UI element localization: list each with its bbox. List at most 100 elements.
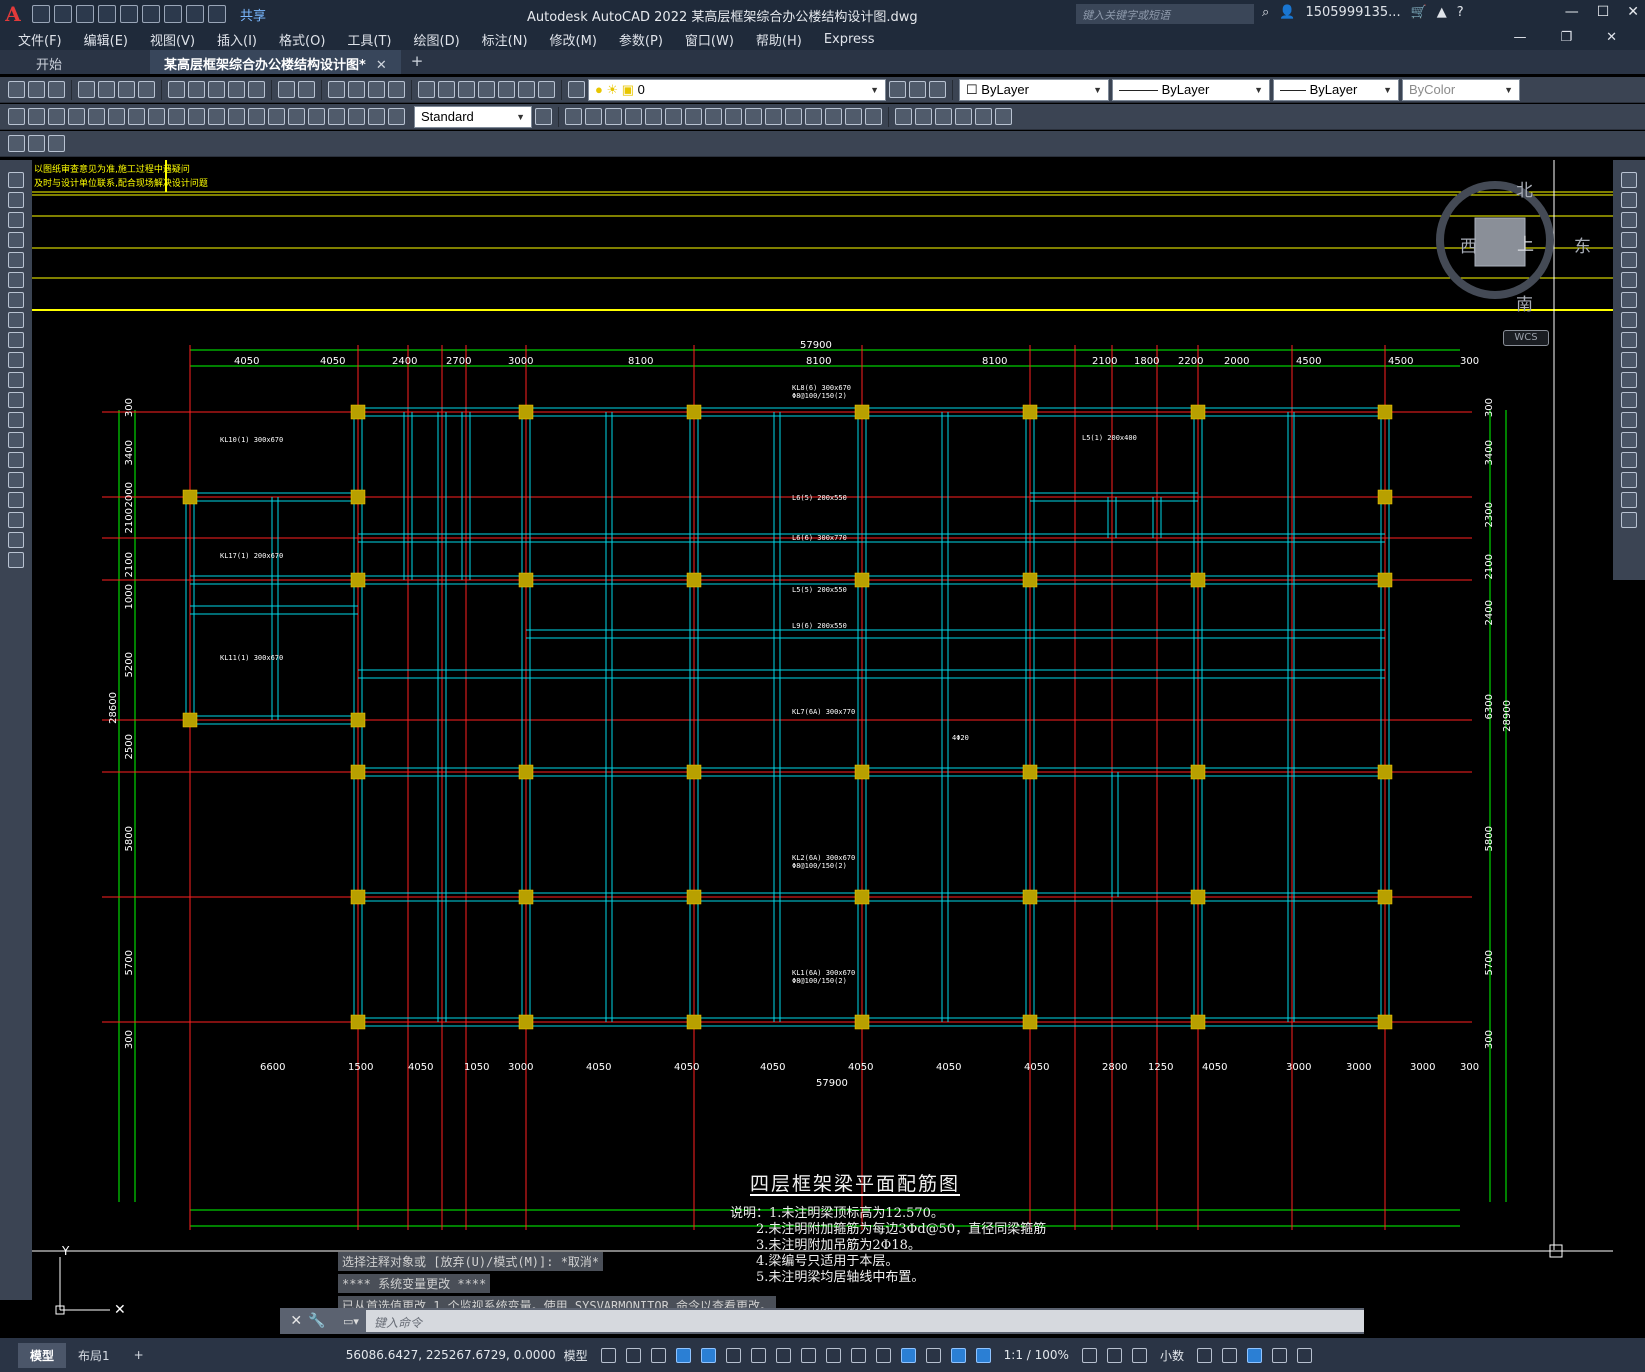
user-icon[interactable]: 👤 (1279, 5, 1295, 20)
match-properties-icon[interactable] (228, 81, 245, 98)
doc-minimize-icon[interactable]: — (1513, 30, 1526, 45)
workspace-gear-icon[interactable] (1081, 1347, 1097, 1363)
offset-icon[interactable] (1621, 232, 1637, 248)
properties-icon[interactable] (418, 81, 435, 98)
markup-icon[interactable] (498, 81, 515, 98)
3d-osnap-icon[interactable] (900, 1347, 916, 1363)
save-as-icon[interactable] (98, 5, 116, 23)
menu-file[interactable]: 文件(F) (18, 30, 62, 49)
layer-walk-icon[interactable] (48, 135, 65, 152)
cart-icon[interactable]: 🛒 (1411, 5, 1427, 20)
grid-icon[interactable] (600, 1347, 616, 1363)
open-icon[interactable] (28, 81, 45, 98)
dim-break-icon[interactable] (248, 108, 265, 125)
diameter-icon[interactable] (128, 108, 145, 125)
block-editor-icon[interactable] (248, 81, 265, 98)
radius-icon[interactable] (88, 108, 105, 125)
hatch-icon[interactable] (8, 452, 24, 468)
fillet-icon[interactable] (1621, 472, 1637, 488)
menu-express[interactable]: Express (824, 32, 875, 47)
array-icon[interactable] (1621, 252, 1637, 268)
search-icon[interactable]: ⌕ (1262, 5, 1269, 20)
units-setting[interactable]: 小数 (1160, 1347, 1184, 1364)
transparency-icon[interactable] (850, 1347, 866, 1363)
annotation-monitor-icon[interactable] (1106, 1347, 1122, 1363)
polygon-icon[interactable] (8, 232, 24, 248)
send-back-icon[interactable] (935, 108, 952, 125)
dimstyle-icon[interactable] (535, 108, 552, 125)
quick-properties-icon[interactable] (1131, 1347, 1147, 1363)
rotate-icon[interactable] (685, 108, 702, 125)
join-icon[interactable] (1621, 432, 1637, 448)
polyline-icon[interactable] (8, 212, 24, 228)
offset-icon[interactable] (625, 108, 642, 125)
table-icon[interactable] (8, 512, 24, 528)
break-icon[interactable] (1621, 412, 1637, 428)
scale-icon[interactable] (1621, 312, 1637, 328)
polar-tracking-icon[interactable] (725, 1347, 741, 1363)
layer-dropdown[interactable]: ● ☀ ▣ 0 ▼ (588, 78, 886, 101)
viewcube-north[interactable]: 北 (1516, 176, 1533, 201)
autocad-logo-icon[interactable]: A (0, 2, 26, 26)
undo-icon[interactable] (186, 5, 204, 23)
quick-dim-icon[interactable] (168, 108, 185, 125)
hatch-back-icon[interactable] (995, 108, 1012, 125)
zoom-realtime-icon[interactable] (348, 81, 365, 98)
ellipse-icon[interactable] (8, 352, 24, 368)
qnew-icon[interactable] (8, 81, 25, 98)
arc-icon[interactable] (8, 272, 24, 288)
menu-dimension[interactable]: 标注(N) (482, 30, 528, 49)
menu-tools[interactable]: 工具(T) (347, 30, 391, 49)
erase-icon[interactable] (1621, 172, 1637, 188)
undo-icon[interactable] (278, 81, 295, 98)
menu-draw[interactable]: 绘图(D) (414, 30, 460, 49)
wcs-menu[interactable]: WCS (1503, 330, 1549, 346)
viewcube-east[interactable]: 东 (1574, 232, 1591, 257)
layer-properties-icon[interactable] (568, 81, 585, 98)
trim-icon[interactable] (745, 108, 762, 125)
point-icon[interactable] (8, 432, 24, 448)
help-icon[interactable]: ? (1457, 5, 1464, 20)
lineweight-icon[interactable] (825, 1347, 841, 1363)
layer-state-icon[interactable] (929, 81, 946, 98)
menu-window[interactable]: 窗口(W) (685, 30, 734, 49)
plot-icon[interactable] (164, 5, 182, 23)
help-icon[interactable] (538, 81, 555, 98)
break-point-icon[interactable] (1621, 392, 1637, 408)
extend-icon[interactable] (1621, 372, 1637, 388)
linetype-dropdown[interactable]: ——— ByLayer ▼ (1112, 78, 1270, 101)
menu-help[interactable]: 帮助(H) (756, 30, 802, 49)
customize-icon[interactable]: 🔧 (308, 1313, 325, 1329)
layout-icon[interactable] (8, 135, 25, 152)
tolerance-icon[interactable] (268, 108, 285, 125)
revcloud-icon[interactable] (8, 312, 24, 328)
minimize-icon[interactable]: — (1565, 4, 1579, 20)
viewcube-west[interactable]: 西 (1460, 232, 1477, 257)
redo-icon[interactable] (298, 81, 315, 98)
dimstyle-dropdown[interactable]: Standard ▼ (414, 105, 532, 128)
menu-modify[interactable]: 修改(M) (550, 30, 597, 49)
erase-icon[interactable] (565, 108, 582, 125)
rectangle-icon[interactable] (8, 252, 24, 268)
user-name[interactable]: 1505999135... (1305, 5, 1400, 20)
mirror-icon[interactable] (605, 108, 622, 125)
blend-icon[interactable] (1621, 492, 1637, 508)
design-center-icon[interactable] (438, 81, 455, 98)
save-icon[interactable] (76, 5, 94, 23)
fillet-icon[interactable] (845, 108, 862, 125)
plotstyle-dropdown[interactable]: ByColor ▼ (1402, 78, 1520, 101)
doc-close-icon[interactable]: ✕ (1606, 30, 1617, 45)
pan-icon[interactable] (328, 81, 345, 98)
mtext-icon[interactable] (8, 532, 24, 548)
add-layout-button[interactable]: + (122, 1344, 156, 1366)
help-search-input[interactable]: 键入关键字或短语 (1076, 4, 1254, 24)
menu-view[interactable]: 视图(V) (150, 30, 195, 49)
text-front-icon[interactable] (975, 108, 992, 125)
make-current-layer-icon[interactable] (889, 81, 906, 98)
move-icon[interactable] (665, 108, 682, 125)
tab-model[interactable]: 模型 (18, 1342, 67, 1368)
add-selected-icon[interactable] (8, 552, 24, 568)
viewcube-top[interactable]: 上 (1517, 230, 1534, 255)
tab-drawing[interactable]: 某高层框架综合办公楼结构设计图* ✕ (150, 50, 401, 74)
selection-cycling-icon[interactable] (875, 1347, 891, 1363)
